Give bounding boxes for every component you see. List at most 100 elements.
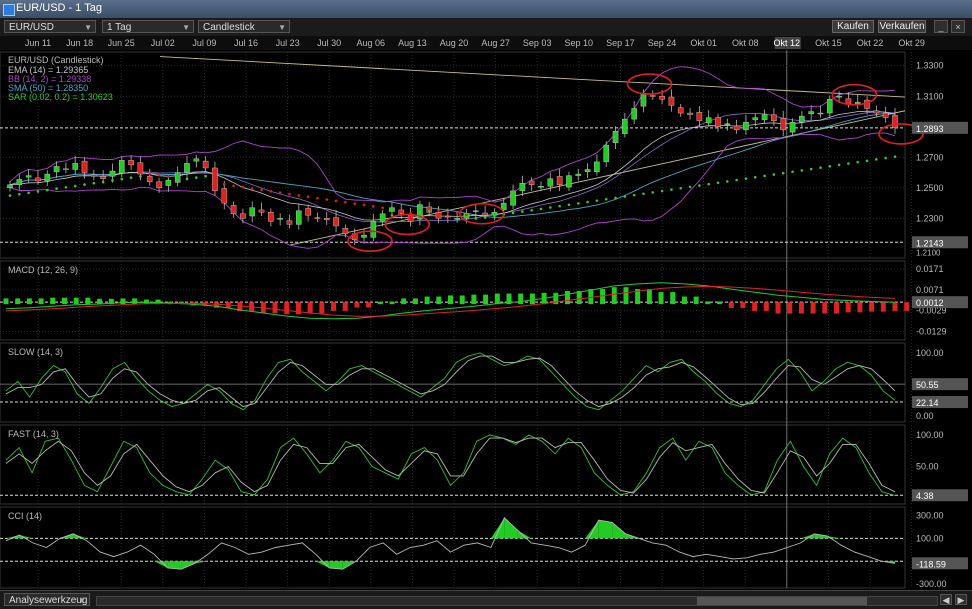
y-tick-label: 1.2100: [916, 248, 941, 257]
sar-dot: [726, 180, 729, 183]
cci-pane-title: CCI (14): [8, 511, 42, 521]
chart-type-select[interactable]: Candlestick▼: [198, 20, 290, 33]
candle-up: [250, 208, 255, 216]
sar-dot: [120, 178, 123, 181]
cci-value-label: -118.59: [916, 559, 946, 569]
sar-dot: [791, 170, 794, 173]
chart-area[interactable]: Jun 11Jun 18Jun 25Jul 02Jul 09Jul 16Jul …: [0, 36, 972, 590]
x-tick-label: Jul 30: [317, 38, 341, 48]
macd-histogram-bar: [846, 302, 851, 312]
scroll-left-icon[interactable]: ◀: [940, 594, 952, 605]
last-price-label: 1.2893: [916, 124, 944, 134]
candle-down: [883, 113, 888, 118]
candle-down: [203, 161, 208, 168]
sar-dot: [875, 158, 878, 161]
candle-down: [212, 168, 217, 191]
x-tick-label: Jun 11: [25, 38, 51, 48]
slow-stochastic-line-1: [6, 353, 895, 410]
cci-overbought-fill: [612, 522, 625, 538]
sar-dot: [689, 186, 692, 189]
y-tick-label: 100.00: [916, 348, 944, 358]
analysis-tools-select[interactable]: Analysewerkzeug▼: [4, 593, 90, 606]
close-icon[interactable]: ×: [951, 20, 965, 33]
sar-dot: [456, 212, 459, 215]
sar-dot: [270, 190, 273, 193]
sar-dot: [801, 169, 804, 172]
candle-down: [343, 228, 348, 233]
candle-down: [650, 95, 655, 96]
cci-overbought-fill: [491, 518, 504, 539]
candle-down: [91, 175, 96, 177]
candle-up: [566, 176, 571, 187]
x-tick-label: Jun 18: [66, 38, 93, 48]
candle-up: [389, 208, 394, 212]
chart-toolbar: EUR/USD▼ 1 Tag▼ Candlestick▼ Kaufen Verk…: [0, 18, 972, 37]
sar-dot: [866, 159, 869, 162]
chevron-down-icon: ▼: [78, 594, 86, 607]
macd-histogram-bar: [343, 302, 348, 311]
sar-dot: [437, 209, 440, 212]
x-tick-label: Sep 24: [648, 38, 677, 48]
sar-dot: [558, 205, 561, 208]
sar-dot: [102, 181, 105, 184]
horizontal-scrollbar[interactable]: [96, 596, 938, 606]
candle-up: [45, 174, 50, 181]
fast-value-label: 4.38: [916, 491, 934, 501]
candle-down: [129, 160, 134, 165]
sar-dot: [484, 216, 487, 219]
symbol-select[interactable]: EUR/USD▼: [4, 20, 96, 33]
sar-dot: [605, 198, 608, 201]
candle-up: [361, 235, 366, 237]
macd-histogram-bar: [15, 298, 20, 304]
candle-down: [846, 99, 851, 104]
sar-dot: [838, 164, 841, 167]
candle-up: [473, 211, 478, 212]
macd-histogram-bar: [413, 298, 418, 304]
macd-histogram-bar: [62, 298, 67, 304]
candle-up: [594, 162, 599, 172]
candle-down: [231, 205, 236, 213]
candle-up: [809, 112, 814, 114]
sar-dot: [27, 192, 30, 195]
x-tick-label: Okt 15: [815, 38, 842, 48]
sar-dot: [335, 200, 338, 203]
sar-dot: [847, 162, 850, 165]
x-tick-label: Aug 13: [398, 38, 427, 48]
sar-dot: [540, 208, 543, 211]
slow-value-label: 22.14: [916, 398, 939, 408]
y-tick-label: 100.00: [916, 533, 944, 543]
sar-dot: [884, 157, 887, 160]
minimize-icon[interactable]: _: [934, 20, 948, 33]
macd-histogram-bar: [811, 302, 816, 313]
sar-dot: [419, 211, 422, 214]
macd-histogram-bar: [752, 302, 757, 311]
macd-histogram-bar: [764, 302, 769, 311]
candle-down: [240, 214, 245, 219]
sar-dot: [447, 211, 450, 214]
fast-stochastic-pane-title: FAST (14, 3): [8, 429, 59, 439]
x-tick-label: Jun 25: [108, 38, 135, 48]
sar-dot: [894, 155, 897, 158]
macd-histogram-bar: [647, 289, 652, 304]
pane-frame: [0, 425, 905, 504]
sar-dot: [186, 178, 189, 181]
macd-value-label: 0.0012: [916, 298, 944, 308]
sar-dot: [148, 173, 151, 176]
low-price-label: 1.2143: [916, 238, 944, 248]
period-select[interactable]: 1 Tag▼: [102, 20, 194, 33]
macd-histogram-bar: [670, 292, 675, 304]
macd-histogram-bar: [85, 298, 90, 304]
chevron-down-icon: ▼: [278, 21, 286, 34]
buy-button[interactable]: Kaufen: [832, 20, 874, 33]
candle-down: [697, 112, 702, 120]
candle-up: [753, 118, 758, 120]
sell-button[interactable]: Verkaufen: [878, 20, 926, 33]
scroll-right-icon[interactable]: ▶: [955, 594, 967, 605]
macd-histogram-bar: [881, 302, 886, 311]
sar-dot: [46, 189, 49, 192]
candle-up: [194, 159, 199, 161]
candle-down: [222, 189, 227, 203]
period-select-value: 1 Tag: [107, 22, 131, 33]
sar-dot: [745, 177, 748, 180]
scrollbar-thumb[interactable]: [697, 597, 867, 605]
